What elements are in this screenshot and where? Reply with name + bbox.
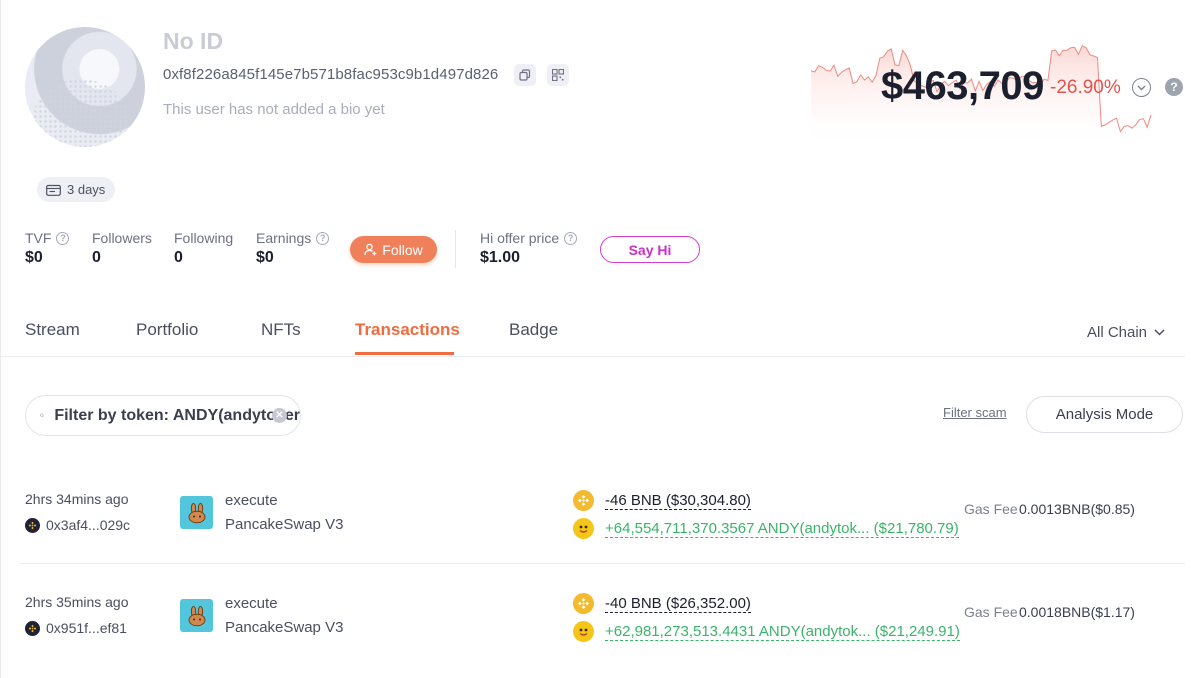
- stat-followers[interactable]: Followers 0: [92, 230, 152, 267]
- qr-code-button[interactable]: [547, 64, 569, 86]
- tx-amount-out[interactable]: -40 BNB ($26,352.00): [605, 595, 751, 613]
- wallet-address: 0xf8f226a845f145e7b571b8fac953c9b1d497d8…: [163, 66, 499, 83]
- chevron-down-icon: [1137, 85, 1146, 90]
- bnb-chain-icon: [25, 517, 40, 533]
- stat-hi-offer-label: Hi offer price: [480, 230, 560, 246]
- bnb-token-icon: [573, 593, 594, 614]
- stat-following[interactable]: Following 0: [174, 230, 233, 267]
- transaction-row[interactable]: 2hrs 34mins ago 0x3af4...029c execute Pa…: [0, 470, 1200, 560]
- account-age-badge: 3 days: [37, 177, 116, 202]
- row-divider: [20, 563, 1185, 564]
- gas-fee-label: Gas Fee: [964, 604, 1018, 620]
- tx-amount-in[interactable]: +62,981,273,513.4431 ANDY(andytok... ($2…: [605, 623, 960, 641]
- tab-transactions[interactable]: Transactions: [355, 320, 460, 340]
- info-icon[interactable]: ?: [316, 231, 330, 245]
- stat-tvf: TVF? $0: [25, 230, 70, 267]
- andy-token-icon: [573, 518, 594, 539]
- info-icon[interactable]: ?: [564, 231, 578, 245]
- token-filter-value: Filter by token: ANDY(andytoker: [54, 406, 300, 424]
- stat-earnings-value: $0: [256, 249, 274, 266]
- stats-divider: [455, 230, 456, 268]
- gas-fee-label: Gas Fee: [964, 501, 1018, 517]
- bnb-token-icon: [573, 490, 594, 511]
- tx-from-address: 0x3af4...029c: [46, 517, 131, 533]
- tx-from[interactable]: 0x951f...ef81: [25, 620, 127, 636]
- portfolio-value: $463,709: [881, 64, 1044, 108]
- gas-fee-value: 0.0018BNB($1.17): [1019, 604, 1135, 620]
- stat-followers-value: 0: [92, 249, 101, 266]
- tx-amount-out[interactable]: -46 BNB ($30,304.80): [605, 492, 751, 510]
- andy-token-icon: [573, 621, 594, 642]
- stat-followers-label: Followers: [92, 230, 152, 246]
- tx-app[interactable]: PancakeSwap V3: [225, 516, 343, 533]
- tx-method: execute: [225, 492, 278, 509]
- chevron-down-icon: [1154, 329, 1165, 336]
- follow-button-label: Follow: [382, 241, 423, 258]
- chain-filter-label: All Chain: [1087, 324, 1148, 341]
- clear-filter-icon[interactable]: ✕: [272, 408, 287, 423]
- profile-name: No ID: [163, 28, 224, 54]
- stat-hi-offer-value: $1.00: [480, 249, 521, 266]
- qr-code-icon: [552, 69, 564, 81]
- help-icon[interactable]: ?: [1165, 78, 1183, 96]
- search-icon: [40, 413, 45, 418]
- follow-button[interactable]: Follow: [350, 236, 437, 263]
- copy-icon: [519, 69, 531, 81]
- tx-time: 2hrs 34mins ago: [25, 491, 129, 507]
- expand-chart-button[interactable]: [1132, 78, 1151, 97]
- portfolio-change: -26.90%: [1050, 77, 1121, 98]
- token-filter-input[interactable]: Filter by token: ANDY(andytoker: [25, 395, 301, 436]
- tx-time: 2hrs 35mins ago: [25, 594, 129, 610]
- tab-badge[interactable]: Badge: [509, 320, 558, 340]
- chain-filter-dropdown[interactable]: All Chain: [1087, 324, 1165, 341]
- account-age-text: 3 days: [67, 182, 106, 197]
- tx-from[interactable]: 0x3af4...029c: [25, 517, 130, 533]
- transaction-row[interactable]: 2hrs 35mins ago 0x951f...ef81 execute Pa…: [0, 573, 1200, 663]
- info-icon[interactable]: ?: [56, 231, 70, 245]
- filter-scam-link[interactable]: Filter scam: [943, 405, 1007, 420]
- stat-tvf-label: TVF: [25, 230, 52, 246]
- stat-following-value: 0: [174, 249, 183, 266]
- tabs-divider: [0, 356, 1185, 357]
- stat-following-label: Following: [174, 230, 234, 246]
- stat-tvf-value: $0: [25, 249, 43, 266]
- calendar-icon: [46, 184, 61, 196]
- stat-earnings: Earnings? $0: [256, 230, 330, 267]
- stat-earnings-label: Earnings: [256, 230, 312, 246]
- say-hi-button[interactable]: Say Hi: [600, 236, 700, 263]
- pancakeswap-logo-icon: [180, 496, 213, 529]
- active-tab-indicator: [355, 352, 454, 355]
- pancakeswap-logo-icon: [180, 599, 213, 632]
- copy-address-button[interactable]: [514, 64, 536, 86]
- add-user-icon: [364, 243, 377, 256]
- tx-from-address: 0x951f...ef81: [46, 620, 127, 636]
- tx-amount-in[interactable]: +64,554,711,370.3567 ANDY(andytok... ($2…: [605, 520, 959, 538]
- stat-hi-offer-price: Hi offer price? $1.00: [480, 230, 578, 267]
- tx-app[interactable]: PancakeSwap V3: [225, 619, 343, 636]
- tab-portfolio[interactable]: Portfolio: [136, 320, 198, 340]
- tx-method: execute: [225, 595, 278, 612]
- avatar: [25, 27, 145, 147]
- analysis-mode-button[interactable]: Analysis Mode: [1026, 396, 1183, 433]
- tab-stream[interactable]: Stream: [25, 320, 80, 340]
- bnb-chain-icon: [25, 620, 40, 636]
- gas-fee-value: 0.0013BNB($0.85): [1019, 501, 1135, 517]
- tab-nfts[interactable]: NFTs: [261, 320, 301, 340]
- profile-bio: This user has not added a bio yet: [163, 101, 385, 118]
